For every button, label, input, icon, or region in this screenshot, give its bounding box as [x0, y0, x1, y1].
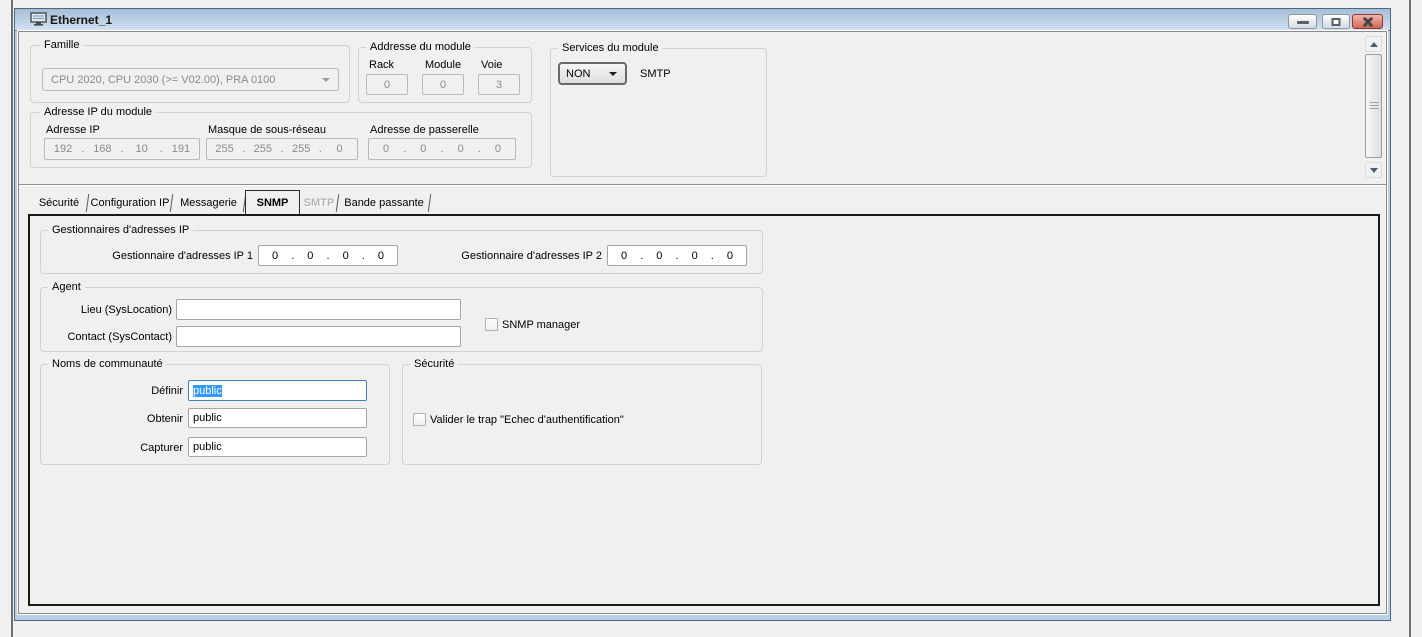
panel-divider [19, 184, 1386, 186]
restore-icon [1332, 18, 1341, 26]
module-label: Module [425, 58, 461, 72]
capturer-input[interactable] [188, 437, 367, 457]
obtenir-label: Obtenir [100, 412, 183, 426]
chevron-down-icon [609, 72, 617, 76]
rack-field: 0 [366, 74, 408, 95]
scrollbar-up-button[interactable] [1365, 36, 1382, 52]
subnet-mask-label: Masque de sous-réseau [208, 123, 326, 137]
restore-button[interactable] [1322, 14, 1350, 29]
tab-snmp[interactable]: SNMP [245, 190, 300, 214]
voie-field: 3 [478, 74, 520, 95]
close-button[interactable] [1352, 14, 1383, 29]
module-field: 0 [422, 74, 464, 95]
famille-dropdown-value: CPU 2020, CPU 2030 (>= V02.00), PRA 0100 [51, 74, 275, 86]
syscontact-input[interactable] [176, 326, 461, 347]
definir-label: Définir [100, 384, 183, 398]
capturer-label: Capturer [100, 441, 183, 455]
auth-failure-trap-checkbox[interactable] [413, 413, 426, 426]
scrollbar-down-button[interactable] [1365, 162, 1382, 178]
ip-manager1-label: Gestionnaire d'adresses IP 1 [100, 249, 253, 263]
ip-module-group-label: Adresse IP du module [40, 106, 156, 119]
syslocation-label: Lieu (SysLocation) [60, 303, 172, 317]
gateway-field: 0. 0. 0. 0 [368, 138, 516, 160]
tab-configuration-ip[interactable]: Configuration IP [88, 192, 172, 214]
obtenir-input[interactable] [188, 408, 367, 428]
network-module-icon [30, 12, 47, 27]
module-address-group-label: Addresse du module [366, 41, 475, 54]
auth-failure-trap-checkbox-label: Valider le trap "Echec d'authentificatio… [430, 413, 624, 427]
famille-dropdown: CPU 2020, CPU 2030 (>= V02.00), PRA 0100 [42, 68, 339, 91]
mdi-left-edge [11, 0, 13, 637]
smtp-service-dropdown-value: NON [566, 68, 590, 80]
definir-input[interactable]: public [188, 380, 367, 401]
rack-label: Rack [369, 58, 394, 72]
syslocation-input[interactable] [176, 299, 461, 320]
mdi-workspace: Ethernet_1 Famille CPU 2020, CPU 2030 (>… [0, 0, 1422, 637]
famille-group-label: Famille [40, 39, 83, 52]
ip-address-label: Adresse IP [46, 123, 100, 137]
tab-bande-passante[interactable]: Bande passante [338, 192, 430, 214]
minimize-icon [1297, 21, 1309, 24]
ip-managers-group-label: Gestionnaires d'adresses IP [48, 224, 193, 237]
mdi-right-edge [1409, 0, 1411, 637]
smtp-service-label: SMTP [640, 67, 671, 81]
community-names-group-label: Noms de communauté [48, 358, 167, 371]
ip-manager2-field[interactable]: 0. 0. 0. 0 [607, 245, 747, 266]
subnet-mask-field: 255. 255. 255. 0 [206, 138, 358, 160]
gateway-label: Adresse de passerelle [370, 123, 479, 137]
scrollbar-thumb[interactable] [1365, 54, 1382, 158]
snmp-manager-checkbox[interactable] [485, 318, 498, 331]
window-titlebar[interactable] [15, 9, 1390, 31]
chevron-down-icon [322, 78, 330, 82]
voie-label: Voie [481, 58, 502, 72]
selected-text: public [193, 385, 222, 397]
scroll-down-icon [1370, 168, 1378, 173]
smtp-service-dropdown[interactable]: NON [558, 62, 627, 85]
window-title: Ethernet_1 [50, 13, 112, 27]
tab-securite[interactable]: Sécurité [30, 192, 88, 214]
tab-smtp: SMTP [300, 192, 338, 214]
ip-manager2-label: Gestionnaire d'adresses IP 2 [450, 249, 602, 263]
snmp-manager-checkbox-label: SNMP manager [502, 318, 580, 332]
ip-manager1-field[interactable]: 0. 0. 0. 0 [258, 245, 398, 266]
scrollbar-grip-icon [1369, 102, 1378, 110]
tab-messagerie[interactable]: Messagerie [172, 192, 245, 214]
module-services-group-label: Services du module [558, 42, 663, 55]
security-group-label: Sécurité [410, 358, 458, 371]
scroll-up-icon [1370, 42, 1378, 47]
syscontact-label: Contact (SysContact) [60, 330, 172, 344]
agent-group-label: Agent [48, 281, 85, 294]
ip-address-field: 192. 168. 10. 191 [44, 138, 200, 160]
minimize-button[interactable] [1288, 14, 1317, 29]
